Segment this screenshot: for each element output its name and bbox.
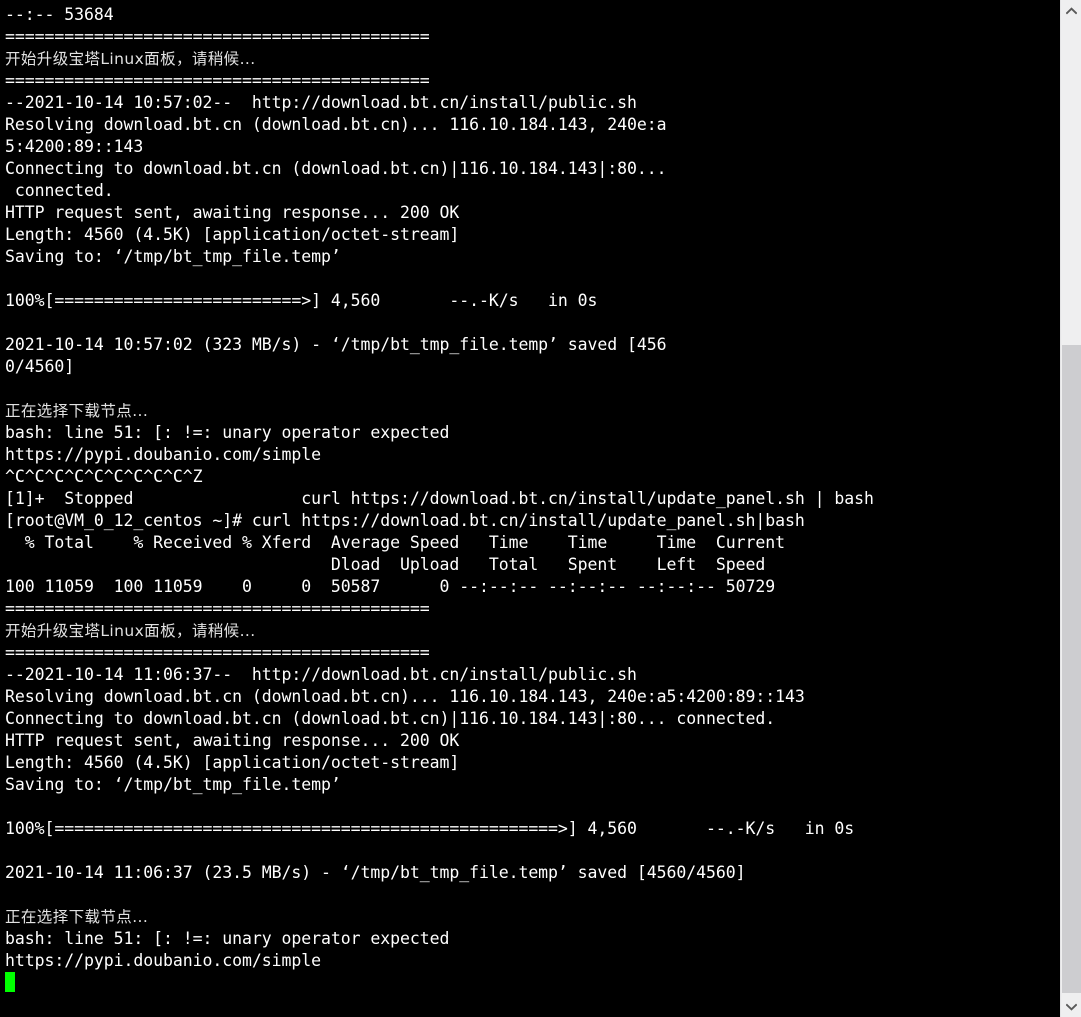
text-cursor [5, 972, 15, 992]
terminal-line: Connecting to download.bt.cn (download.b… [5, 159, 667, 178]
terminal-line: HTTP request sent, awaiting response... … [5, 203, 460, 222]
terminal-line: [1]+ Stopped curl https://download.bt.cn… [5, 489, 874, 508]
terminal-line: --:-- 53684 [5, 5, 114, 24]
terminal-line: Saving to: ‘/tmp/bt_tmp_file.temp’ [5, 247, 341, 266]
terminal-line: ========================================… [5, 599, 430, 618]
terminal-lines: --:-- 53684 =============================… [5, 4, 1055, 994]
terminal-line: Saving to: ‘/tmp/bt_tmp_file.temp’ [5, 775, 341, 794]
terminal-line: % Total % Received % Xferd Average Speed… [5, 533, 786, 552]
terminal-line: https://pypi.doubanio.com/simple [5, 951, 321, 970]
terminal-line: ========================================… [5, 643, 430, 662]
scrollbar-thumb[interactable] [1062, 345, 1081, 993]
terminal-line: bash: line 51: [: !=: unary operator exp… [5, 929, 450, 948]
terminal-line: 0/4560] [5, 357, 75, 376]
terminal-line: Dload Upload Total Spent Left Speed [5, 555, 766, 574]
scroll-down-button[interactable] [1061, 996, 1081, 1017]
terminal-line: 100%[=========================>] 4,560 -… [5, 291, 598, 310]
chevron-down-icon [1065, 1003, 1077, 1011]
terminal-line: https://pypi.doubanio.com/simple [5, 445, 321, 464]
terminal-cursor-row [5, 972, 1055, 994]
terminal-line: Resolving download.bt.cn (download.bt.cn… [5, 115, 667, 134]
terminal-line: Connecting to download.bt.cn (download.b… [5, 709, 776, 728]
vertical-scrollbar[interactable] [1060, 0, 1081, 1017]
terminal-window: --:-- 53684 =============================… [0, 0, 1081, 1017]
terminal-line: bash: line 51: [: !=: unary operator exp… [5, 423, 450, 442]
terminal-line: Resolving download.bt.cn (download.bt.cn… [5, 687, 805, 706]
terminal-line: Length: 4560 (4.5K) [application/octet-s… [5, 225, 460, 244]
terminal-line: 正在选择下载节点... [5, 908, 149, 926]
terminal-line: 5:4200:89::143 [5, 137, 144, 156]
terminal-line: 2021-10-14 10:57:02 (323 MB/s) - ‘/tmp/b… [5, 335, 667, 354]
terminal-line: ^C^C^C^C^C^C^C^C^C^Z [5, 467, 203, 486]
terminal-line: 开始升级宝塔Linux面板，请稍候... [5, 622, 256, 640]
terminal-line: Length: 4560 (4.5K) [application/octet-s… [5, 753, 460, 772]
terminal-line: ========================================… [5, 27, 430, 46]
scroll-up-button[interactable] [1061, 0, 1081, 21]
terminal-output-area[interactable]: --:-- 53684 =============================… [0, 0, 1060, 1017]
terminal-line: 正在选择下载节点... [5, 402, 149, 420]
chevron-up-icon [1065, 6, 1077, 15]
terminal-line: HTTP request sent, awaiting response... … [5, 731, 460, 750]
terminal-line: 2021-10-14 11:06:37 (23.5 MB/s) - ‘/tmp/… [5, 863, 746, 882]
terminal-line: 100 11059 100 11059 0 0 50587 0 --:--:--… [5, 577, 776, 596]
terminal-line: [root@VM_0_12_centos ~]# curl https://do… [5, 511, 805, 530]
terminal-line: connected. [5, 181, 114, 200]
terminal-line: --2021-10-14 11:06:37-- http://download.… [5, 665, 637, 684]
terminal-line: 100%[===================================… [5, 819, 855, 838]
terminal-line: ========================================… [5, 71, 430, 90]
terminal-line: 开始升级宝塔Linux面板，请稍候... [5, 50, 256, 68]
terminal-line: --2021-10-14 10:57:02-- http://download.… [5, 93, 637, 112]
